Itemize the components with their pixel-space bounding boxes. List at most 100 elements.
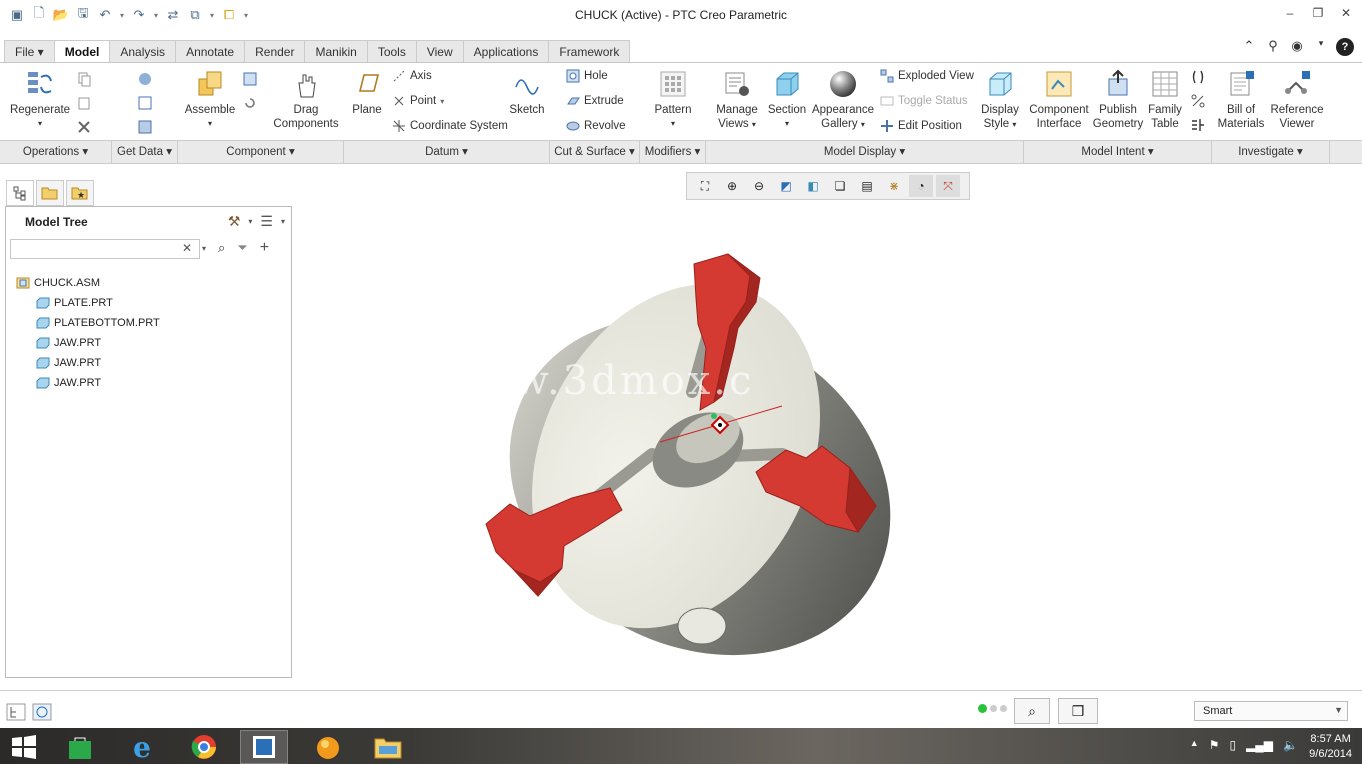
group-get-data[interactable]: Get Data ▾ [112,141,178,163]
revolve-button[interactable]: Revolve [566,119,626,133]
point-button[interactable]: Point ▾ [392,94,444,108]
model-tree-tab[interactable] [6,180,34,206]
assemble-button[interactable]: Assemble ▾ [182,69,238,131]
edit-position-button[interactable]: Edit Position [880,119,962,133]
manage-views-button[interactable]: Manage Views ▾ [712,69,762,132]
hole-button[interactable]: Hole [566,69,608,83]
taskbar-file-explorer[interactable] [364,730,412,764]
graphics-area[interactable]: www.3dmox.c [300,206,1360,686]
group-component[interactable]: Component ▾ [178,141,344,163]
tab-annotate[interactable]: Annotate [175,40,246,62]
copy-geometry-icon[interactable] [137,95,153,111]
restore-icon[interactable]: ❐ [1312,6,1324,22]
delete-icon[interactable] [76,119,92,135]
network-signal-icon[interactable]: ▂▄▆ [1246,738,1273,752]
tree-item-root[interactable]: CHUCK.ASM [16,273,160,293]
dropdown-icon[interactable]: ▾ [1312,38,1330,56]
minimize-icon[interactable]: – [1284,6,1296,22]
exploded-view-button[interactable]: Exploded View [880,69,974,83]
appearance-gallery-button[interactable]: Appearance Gallery ▾ [812,69,874,132]
datum-display-icon[interactable]: ⋇ [882,175,906,197]
show-browser-icon[interactable] [32,703,52,721]
sketch-button[interactable]: Sketch [508,69,546,117]
volume-icon[interactable]: 🔈 [1283,738,1298,752]
display-style-button[interactable]: Display Style ▾ [980,69,1020,132]
tab-render[interactable]: Render [244,40,306,62]
group-operations[interactable]: Operations ▾ [0,141,112,163]
repeat-icon[interactable] [242,95,258,111]
plane-button[interactable]: Plane [350,69,384,117]
selection-filter-dropdown[interactable]: Smart ▼ [1194,701,1348,721]
settings-dropdown-icon[interactable]: ▾ [248,217,252,226]
device-icon[interactable]: ▯ [1229,738,1236,752]
annotation-display-icon[interactable]: ⤧ [936,175,960,197]
display-style-small-icon[interactable]: ◧ [801,175,825,197]
taskbar-store[interactable] [56,730,104,764]
axis-button[interactable]: Axis [392,69,432,83]
saved-orientations-icon[interactable]: ❏ [828,175,852,197]
selection-buffer-button[interactable]: ❒ [1058,698,1098,724]
user-defined-feature-icon[interactable] [137,71,153,87]
component-interface-button[interactable]: Component Interface [1029,69,1089,131]
drag-components-button[interactable]: Drag Components [273,69,339,131]
bill-of-materials-button[interactable]: Bill of Materials [1214,69,1268,131]
shrinkwrap-icon[interactable] [137,119,153,135]
group-cut-surface[interactable]: Cut & Surface ▾ [550,141,640,163]
zoom-in-icon[interactable]: ⊕ [720,175,744,197]
create-component-icon[interactable] [242,71,258,87]
show-dropdown-icon[interactable]: ▾ [281,217,285,226]
refit-icon[interactable]: ⛶ [693,175,717,197]
repaint-icon[interactable]: ◩ [774,175,798,197]
section-button[interactable]: Section ▾ [766,69,808,131]
coordinate-system-button[interactable]: Coordinate System [392,119,508,133]
tab-view[interactable]: View [415,40,464,62]
tab-framework[interactable]: Framework [548,40,631,62]
regenerate-button[interactable]: Regenerate ▾ [10,69,70,131]
group-model-intent[interactable]: Model Intent ▾ [1024,141,1212,163]
find-binoculars-icon[interactable]: ⌕ [218,240,225,256]
tab-analysis[interactable]: Analysis [109,40,177,62]
clear-search-icon[interactable]: ✕ [182,241,192,255]
add-column-icon[interactable]: + [260,239,269,257]
community-icon[interactable]: ◉ [1288,38,1306,56]
taskbar-media-player[interactable] [304,730,352,764]
help-icon[interactable]: ? [1336,38,1354,56]
view-manager-icon[interactable]: ▤ [855,175,879,197]
zoom-out-icon[interactable]: ⊖ [747,175,771,197]
find-button[interactable]: ⌕ [1014,698,1050,724]
tree-item[interactable]: PLATEBOTTOM.PRT [16,313,160,333]
tab-applications[interactable]: Applications [462,40,550,62]
switch-dimensions-icon[interactable] [1190,117,1206,133]
folder-browser-tab[interactable] [36,180,64,206]
group-model-display[interactable]: Model Display ▾ [706,141,1024,163]
tab-tools[interactable]: Tools [366,40,417,62]
group-datum[interactable]: Datum ▾ [344,141,550,163]
show-navigator-icon[interactable] [6,703,26,721]
settings-tools-icon[interactable]: ⚒ [228,213,241,230]
tree-item[interactable]: JAW.PRT [16,373,160,393]
tab-model[interactable]: Model [53,40,111,64]
start-button[interactable] [0,730,48,764]
model-tree-search-input[interactable] [10,239,200,259]
paste-icon[interactable] [76,95,92,111]
group-modifiers[interactable]: Modifiers ▾ [640,141,706,163]
taskbar-clock[interactable]: 8:57 AM 9/6/2014 [1309,732,1352,762]
tab-manikin[interactable]: Manikin [304,40,368,62]
reference-viewer-button[interactable]: Reference Viewer [1270,69,1324,131]
show-hidden-icons[interactable]: ▲ [1190,738,1199,752]
publish-geometry-button[interactable]: Publish Geometry [1092,69,1144,131]
show-options-icon[interactable]: ☰ [260,213,273,230]
group-investigate[interactable]: Investigate ▾ [1212,141,1330,163]
pattern-button[interactable]: Pattern ▾ [652,69,694,131]
close-icon[interactable]: ✕ [1340,6,1352,22]
tree-item[interactable]: JAW.PRT [16,333,160,353]
toggle-status-button[interactable]: Toggle Status [880,94,968,108]
parameters-icon[interactable] [1190,93,1206,109]
family-table-button[interactable]: Family Table [1146,69,1184,131]
filter-icon[interactable]: ⏷ [237,240,247,256]
spin-center-icon[interactable]: ◔ [909,175,933,197]
collapse-ribbon-icon[interactable]: ⌃ [1240,38,1258,56]
taskbar-chrome[interactable] [180,730,228,764]
taskbar-internet-explorer[interactable]: e [118,730,166,764]
taskbar-creo[interactable] [240,730,288,764]
